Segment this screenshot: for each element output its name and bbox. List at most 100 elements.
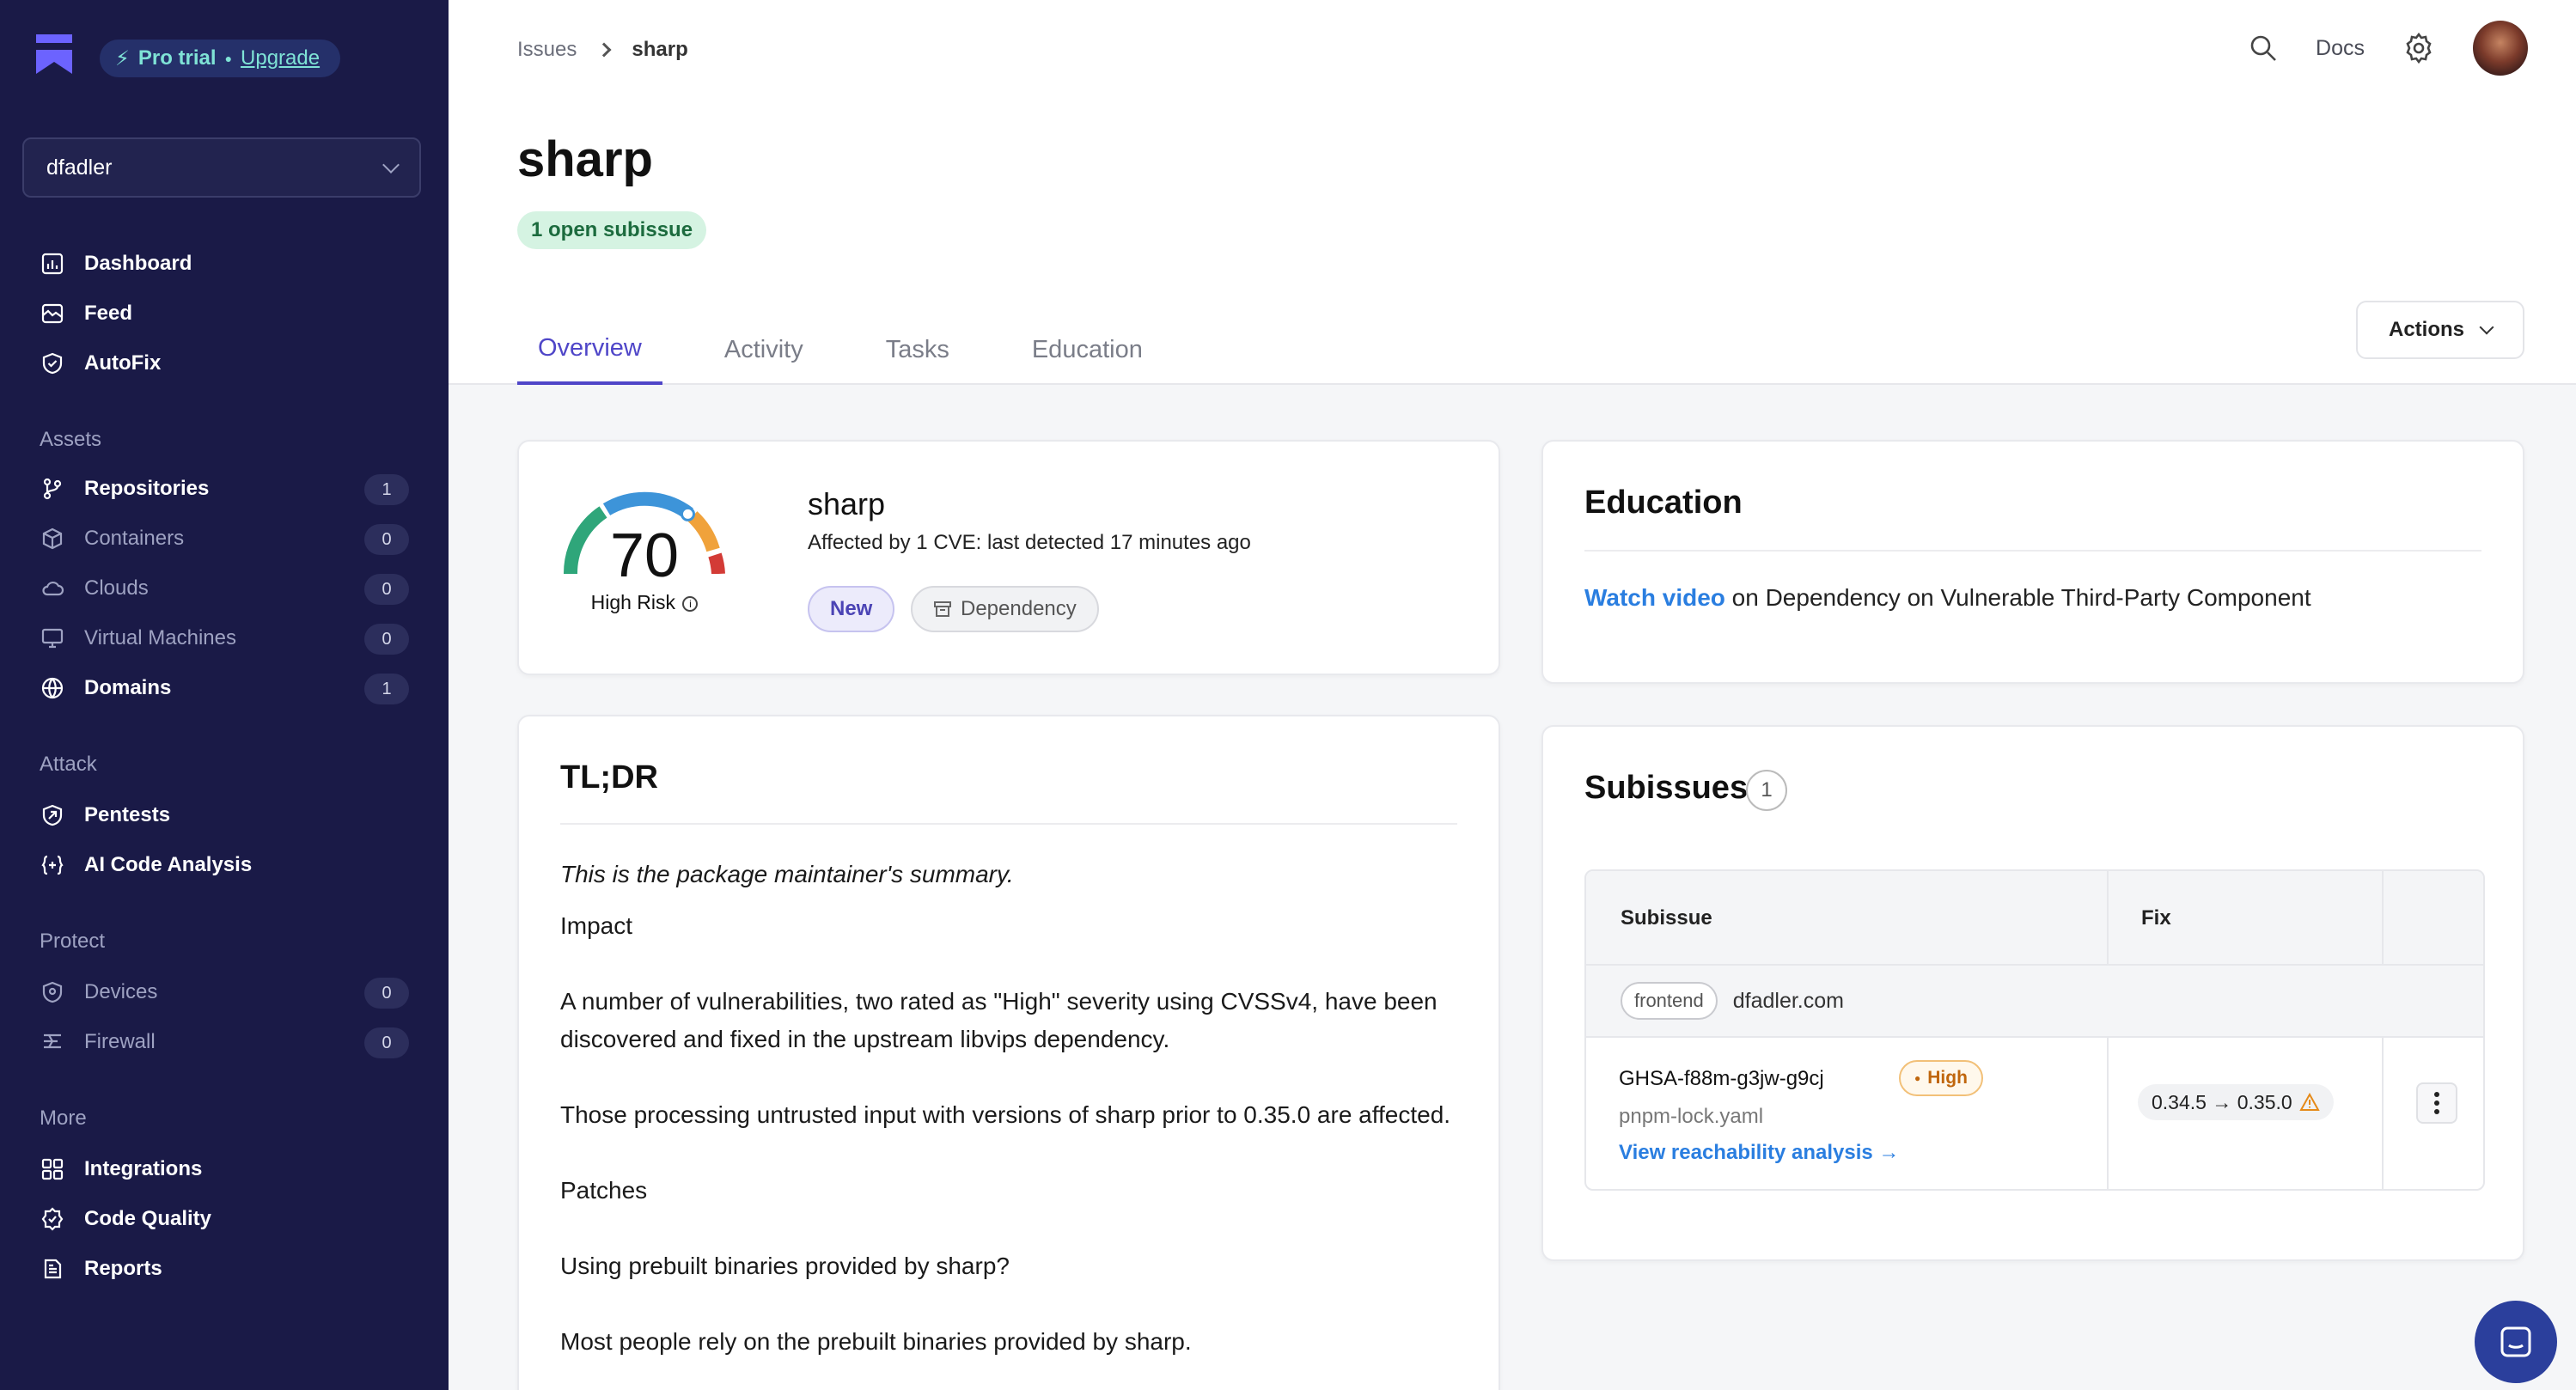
column-divider xyxy=(2107,1038,2109,1189)
row-menu-button[interactable] xyxy=(2416,1082,2457,1124)
virtual-machines-count-badge: 0 xyxy=(364,624,409,655)
divider xyxy=(1584,550,2481,552)
sidebar-item-pentests[interactable]: Pentests xyxy=(40,796,409,835)
dashboard-icon xyxy=(40,251,65,277)
subissues-count: 1 xyxy=(1746,770,1787,811)
subissues-table: Subissue Fix frontend dfadler.com GHSA-f… xyxy=(1584,869,2485,1191)
sidebar-item-containers[interactable]: Containers 0 xyxy=(40,519,409,558)
status-new-tag[interactable]: New xyxy=(808,586,895,632)
subissue-id[interactable]: GHSA-f88m-g3jw-g9cj xyxy=(1619,1067,1824,1091)
report-icon xyxy=(40,1256,65,1282)
org-selector[interactable]: dfadler xyxy=(22,137,421,198)
separator-dot: ● xyxy=(224,52,233,65)
sidebar-item-devices[interactable]: Devices 0 xyxy=(40,972,409,1012)
dependency-tag[interactable]: Dependency xyxy=(911,586,1099,632)
tldr-body: This is the package maintainer's summary… xyxy=(560,856,1462,1390)
org-name: dfadler xyxy=(46,155,113,180)
group-tag: frontend xyxy=(1621,982,1718,1020)
box-icon xyxy=(40,526,65,552)
pro-trial-pill: ⚡︎ Pro trial ● Upgrade xyxy=(100,40,341,77)
monitor-icon xyxy=(40,625,65,651)
reachability-link[interactable]: View reachability analysis → xyxy=(1619,1141,1899,1165)
column-divider xyxy=(2382,871,2384,966)
fix-version-pill: 0.34.5 → 0.35.0 xyxy=(2138,1084,2334,1120)
sidebar-item-reports[interactable]: Reports xyxy=(40,1249,409,1289)
severity-dot-icon: ● xyxy=(1914,1072,1921,1084)
grid-icon xyxy=(40,1156,65,1182)
chevron-right-icon xyxy=(596,42,612,58)
ai-code-icon xyxy=(40,852,65,878)
upgrade-link[interactable]: Upgrade xyxy=(241,46,320,70)
page-title: sharp xyxy=(517,131,653,187)
gauge-segment-blue xyxy=(602,491,693,520)
tab-tasks[interactable]: Tasks xyxy=(865,314,970,385)
user-avatar[interactable] xyxy=(2473,21,2528,76)
sidebar-item-dashboard[interactable]: Dashboard xyxy=(40,244,409,283)
sidebar-item-ai-code-analysis[interactable]: AI Code Analysis xyxy=(40,845,409,885)
badge-icon xyxy=(40,1206,65,1232)
tab-activity[interactable]: Activity xyxy=(704,314,824,385)
watch-video-link[interactable]: Watch video xyxy=(1584,584,1725,611)
gear-icon[interactable] xyxy=(2402,32,2435,64)
info-icon[interactable]: i xyxy=(682,595,699,612)
tab-education[interactable]: Education xyxy=(1011,314,1163,385)
education-text: Watch video on Dependency on Vulnerable … xyxy=(1584,584,2311,611)
issue-header: Issues sharp Docs sharp 1 open subissue … xyxy=(449,0,2576,385)
domains-count-badge: 1 xyxy=(364,674,409,704)
sidebar-item-firewall[interactable]: Firewall 0 xyxy=(40,1022,409,1062)
containers-count-badge: 0 xyxy=(364,524,409,555)
cloud-icon xyxy=(40,576,65,601)
col-fix[interactable]: Fix xyxy=(2141,871,2171,966)
devices-count-badge: 0 xyxy=(364,978,409,1009)
shield-check-icon xyxy=(40,351,65,376)
firewall-icon xyxy=(40,1029,65,1055)
sidebar-section-protect: Protect xyxy=(40,930,106,953)
subissues-card: Subissues 1 Subissue Fix frontend dfadle… xyxy=(1541,725,2524,1261)
subissue-file: pnpm-lock.yaml xyxy=(1619,1105,1764,1128)
package-name: sharp xyxy=(808,486,886,521)
sidebar-item-repositories[interactable]: Repositories 1 xyxy=(40,469,409,509)
issue-tabs: Overview Activity Tasks Education xyxy=(517,314,1205,385)
sidebar-item-clouds[interactable]: Clouds 0 xyxy=(40,569,409,608)
education-title: Education xyxy=(1584,485,1743,521)
chat-launcher-button[interactable] xyxy=(2475,1301,2557,1383)
git-icon xyxy=(40,476,65,502)
sidebar-item-code-quality[interactable]: Code Quality xyxy=(40,1199,409,1239)
breadcrumb: Issues sharp xyxy=(517,38,688,62)
prebuilt-question: Using prebuilt binaries provided by shar… xyxy=(560,1253,1010,1279)
actions-button[interactable]: Actions xyxy=(2356,301,2524,359)
tldr-card: TL;DR This is the package maintainer's s… xyxy=(517,715,1500,1390)
breadcrumb-current: sharp xyxy=(632,38,688,61)
repositories-count-badge: 1 xyxy=(364,474,409,505)
pentest-icon xyxy=(40,802,65,828)
tldr-title: TL;DR xyxy=(560,759,658,796)
sidebar-section-assets: Assets xyxy=(40,428,102,451)
top-actions: Docs xyxy=(2249,21,2528,76)
docs-link[interactable]: Docs xyxy=(2316,36,2365,61)
bolt-icon: ⚡︎ xyxy=(115,46,130,70)
severity-badge: ● High xyxy=(1899,1060,1983,1096)
column-divider xyxy=(2382,1038,2384,1189)
breadcrumb-issues-link[interactable]: Issues xyxy=(517,38,577,62)
archive-icon xyxy=(934,601,951,617)
impact-heading: Impact xyxy=(560,912,633,939)
aikido-logo-icon[interactable] xyxy=(34,33,74,76)
sidebar-item-autofix[interactable]: AutoFix xyxy=(40,344,409,383)
sidebar-item-virtual-machines[interactable]: Virtual Machines 0 xyxy=(40,619,409,658)
sidebar-item-integrations[interactable]: Integrations xyxy=(40,1149,409,1189)
chevron-down-icon xyxy=(2479,320,2494,335)
affected-text: Those processing untrusted input with ve… xyxy=(560,1101,1451,1128)
warning-icon xyxy=(2298,1093,2320,1111)
globe-icon xyxy=(40,675,65,701)
open-subissue-badge: 1 open subissue xyxy=(517,211,707,249)
chevron-down-icon xyxy=(382,156,400,174)
sidebar-item-feed[interactable]: Feed xyxy=(40,294,409,333)
search-icon[interactable] xyxy=(2249,34,2278,63)
col-subissue[interactable]: Subissue xyxy=(1621,871,1712,966)
tab-overview[interactable]: Overview xyxy=(517,314,662,385)
sidebar-item-domains[interactable]: Domains 1 xyxy=(40,668,409,708)
chat-icon xyxy=(2500,1326,2531,1357)
maintainer-note: This is the package maintainer's summary… xyxy=(560,861,1014,887)
group-row: frontend dfadler.com xyxy=(1586,966,2483,1038)
firewall-count-badge: 0 xyxy=(364,1027,409,1058)
